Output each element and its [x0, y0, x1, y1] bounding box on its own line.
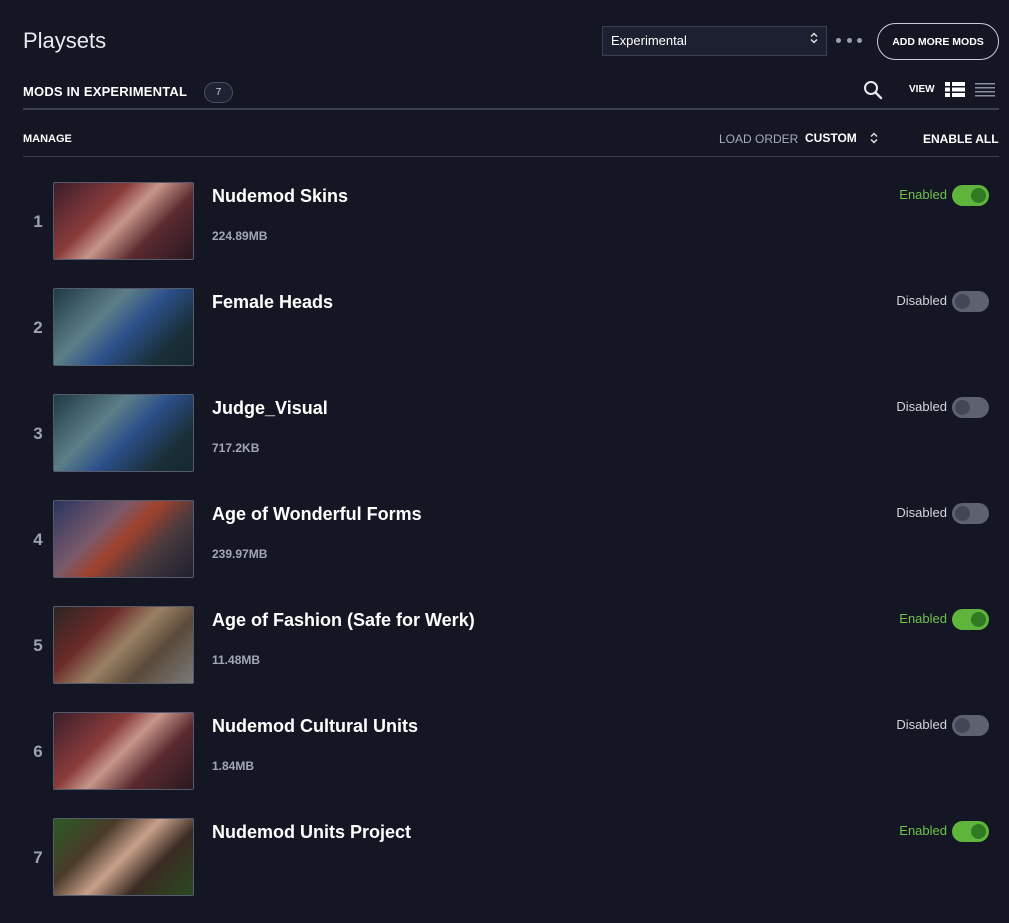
mod-row: 7 Nudemod Units Project Enabled [0, 818, 1009, 918]
mod-enable-toggle[interactable] [952, 609, 989, 630]
add-more-mods-button[interactable]: ADD MORE MODS [877, 23, 999, 60]
list-view-icon[interactable] [975, 82, 995, 97]
mod-row: 6 Nudemod Cultural Units 1.84MB Disabled [0, 712, 1009, 812]
divider [23, 108, 999, 110]
enable-all-button[interactable]: ENABLE ALL [923, 132, 999, 146]
mod-enable-toggle[interactable] [952, 821, 989, 842]
mod-order-number: 5 [33, 636, 43, 655]
mod-row: 2 Female Heads Disabled [0, 288, 1009, 388]
mod-order-number: 1 [33, 212, 43, 231]
mod-status: Disabled [896, 293, 947, 308]
mod-name[interactable]: Nudemod Cultural Units [212, 716, 418, 737]
mod-name[interactable]: Age of Fashion (Safe for Werk) [212, 610, 475, 631]
mod-enable-toggle[interactable] [952, 185, 989, 206]
mod-size: 11.48MB [212, 653, 261, 667]
mods-count-badge: 7 [204, 82, 233, 103]
mod-enable-toggle[interactable] [952, 503, 989, 524]
mod-enable-toggle[interactable] [952, 715, 989, 736]
mod-size: 239.97MB [212, 547, 268, 561]
mod-thumbnail[interactable] [53, 288, 194, 366]
mod-enable-toggle[interactable] [952, 397, 989, 418]
mod-status: Enabled [899, 823, 947, 838]
mod-status: Disabled [896, 717, 947, 732]
mod-size: 717.2KB [212, 441, 260, 455]
mod-row: 5 Age of Fashion (Safe for Werk) 11.48MB… [0, 606, 1009, 706]
mod-order-number: 3 [33, 424, 43, 443]
mod-status: Enabled [899, 187, 947, 202]
mod-thumbnail[interactable] [53, 712, 194, 790]
mod-thumbnail[interactable] [53, 182, 194, 260]
mod-order-number: 2 [33, 318, 43, 337]
mod-status: Disabled [896, 399, 947, 414]
mod-row: 3 Judge_Visual 717.2KB Disabled [0, 394, 1009, 494]
mod-name[interactable]: Female Heads [212, 292, 333, 313]
mod-thumbnail[interactable] [53, 394, 194, 472]
mod-order-number: 6 [33, 742, 43, 761]
mod-size: 1.84MB [212, 759, 255, 773]
view-label: VIEW [909, 84, 935, 95]
playset-select-value: Experimental [611, 33, 687, 48]
mod-row: 4 Age of Wonderful Forms 239.97MB Disabl… [0, 500, 1009, 600]
mod-status: Disabled [896, 505, 947, 520]
mod-size: 224.89MB [212, 229, 268, 243]
load-order-value: CUSTOM [805, 131, 857, 145]
mod-name[interactable]: Nudemod Units Project [212, 822, 411, 843]
mod-enable-toggle[interactable] [952, 291, 989, 312]
search-icon[interactable] [863, 80, 883, 100]
mods-heading: MODS IN EXPERIMENTAL [23, 84, 188, 99]
load-order-label: LOAD ORDER [719, 132, 799, 146]
mod-row: 1 Nudemod Skins 224.89MB Enabled [0, 182, 1009, 282]
mod-name[interactable]: Judge_Visual [212, 398, 328, 419]
divider [23, 156, 999, 157]
mod-order-number: 7 [33, 848, 43, 867]
load-order-select[interactable]: CUSTOM [805, 131, 878, 145]
chevron-updown-icon [870, 132, 878, 144]
mod-status: Enabled [899, 611, 947, 626]
mod-name[interactable]: Nudemod Skins [212, 186, 348, 207]
mod-thumbnail[interactable] [53, 818, 194, 896]
mod-thumbnail[interactable] [53, 606, 194, 684]
detail-view-icon[interactable] [945, 82, 965, 97]
playset-select[interactable]: Experimental [602, 26, 827, 56]
more-dots-icon[interactable] [836, 30, 862, 50]
manage-label: MANAGE [23, 133, 72, 145]
mod-thumbnail[interactable] [53, 500, 194, 578]
chevron-updown-icon [810, 32, 818, 47]
page-title: Playsets [23, 28, 107, 53]
mod-name[interactable]: Age of Wonderful Forms [212, 504, 422, 525]
mod-order-number: 4 [33, 530, 43, 549]
